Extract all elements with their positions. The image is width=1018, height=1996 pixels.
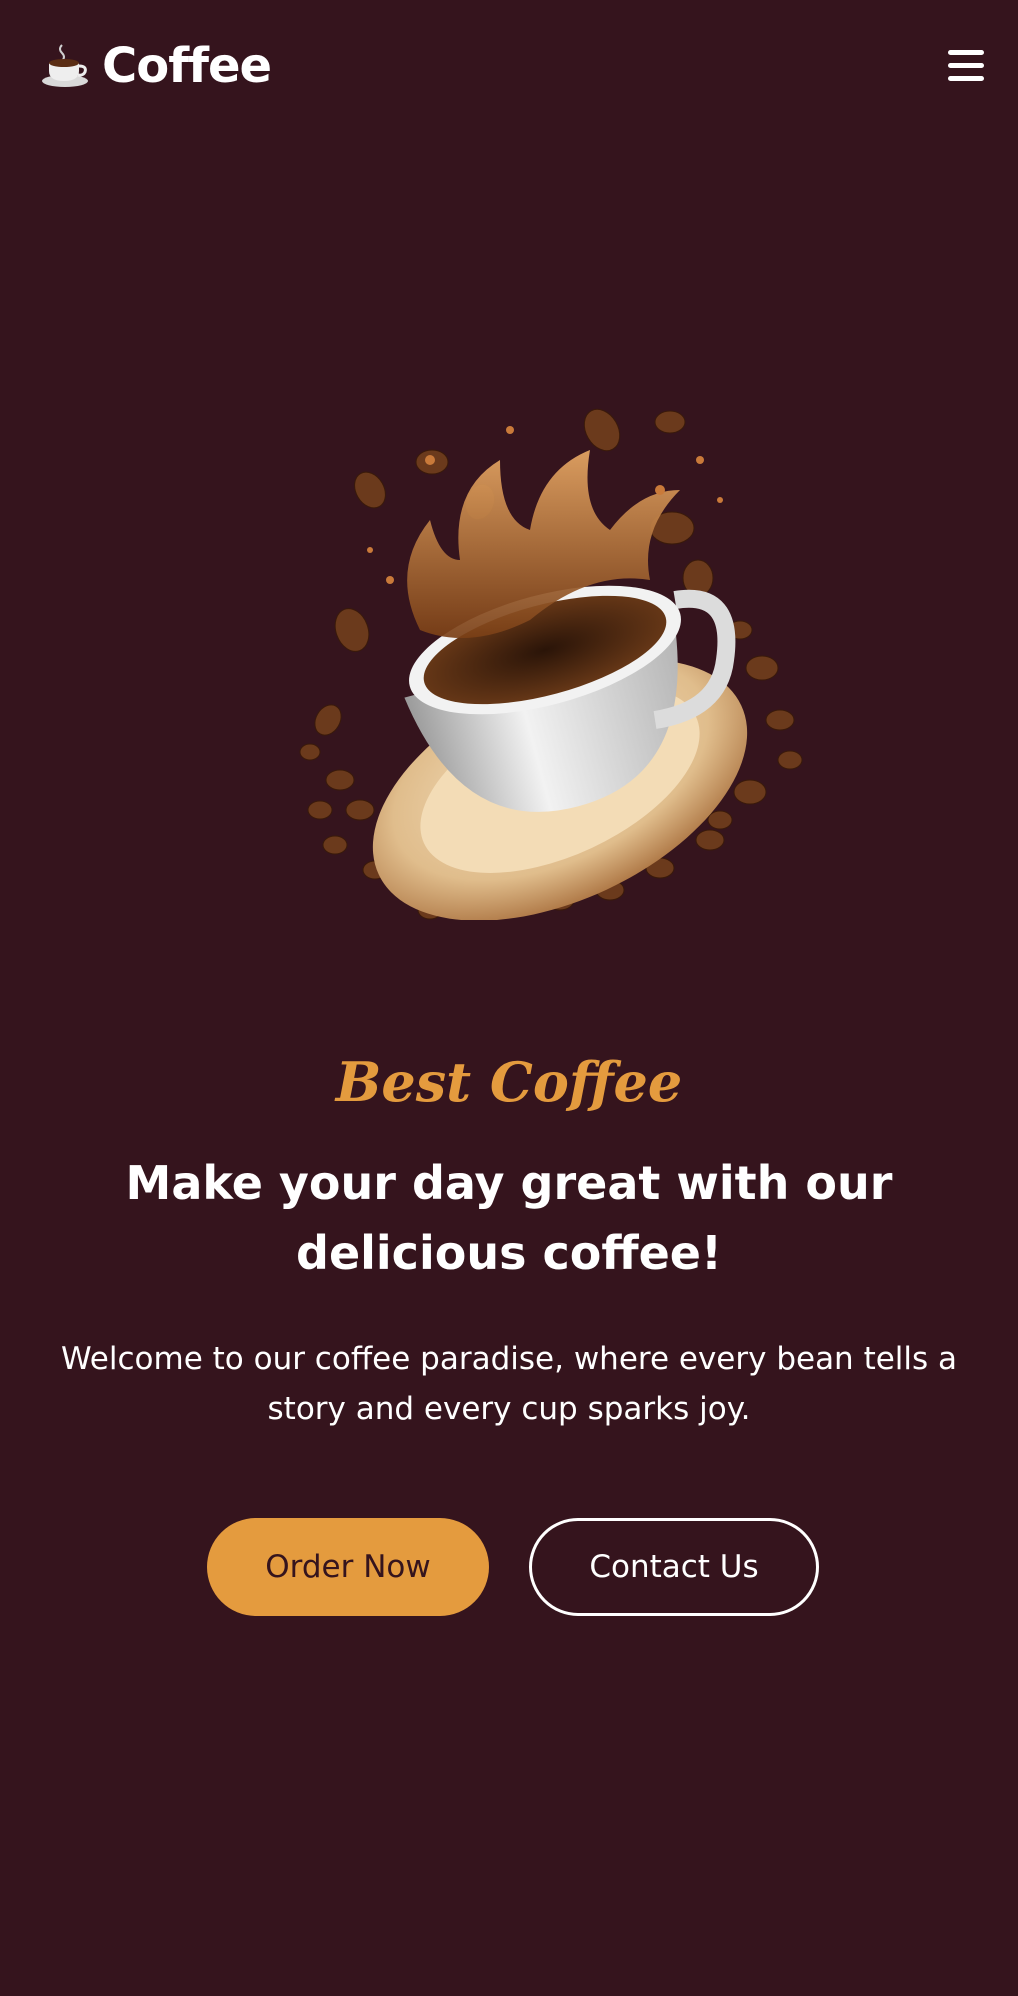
hero-coffee-image <box>299 408 803 920</box>
coffee-cup-icon <box>42 44 88 87</box>
navbar: Coffee <box>0 0 1018 140</box>
brand-logo[interactable]: Coffee <box>40 38 272 94</box>
hero-tagline: Best Coffee <box>335 1050 683 1114</box>
brand-name: Coffee <box>102 38 272 94</box>
hero-description: Welcome to our coffee paradise, where ev… <box>60 1341 958 1427</box>
hamburger-menu-icon[interactable] <box>946 50 986 90</box>
hero-headline: Make your day great with our delicious c… <box>125 1156 893 1280</box>
order-now-button[interactable]: Order Now <box>207 1518 489 1616</box>
contact-us-button[interactable]: Contact Us <box>529 1518 819 1616</box>
